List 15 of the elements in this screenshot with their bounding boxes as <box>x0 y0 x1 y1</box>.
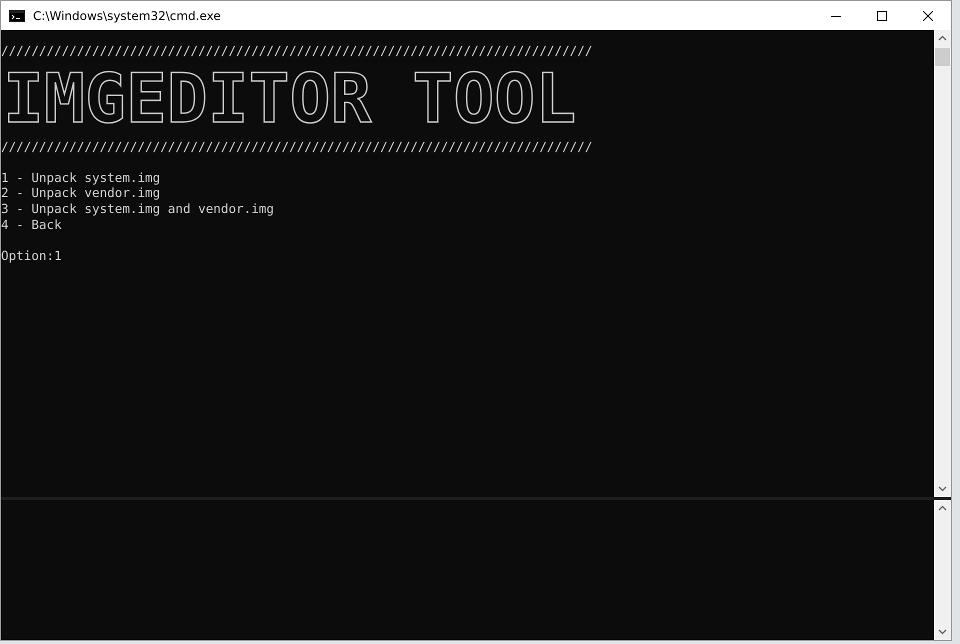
console-app-icon <box>9 10 25 22</box>
console-line: 1 - Unpack system.img <box>1 170 160 185</box>
maximize-icon <box>877 10 887 20</box>
console-line: 3 - Unpack system.img and vendor.img <box>1 200 274 216</box>
scrollbar[interactable] <box>934 30 951 497</box>
console-line: 2 - Unpack vendor.img <box>1 185 160 200</box>
close-icon <box>923 10 933 20</box>
window-title: C:\Windows\system32\cmd.exe <box>33 8 222 22</box>
scrollbar-thumb[interactable] <box>935 48 950 66</box>
scrollbar[interactable] <box>934 500 951 640</box>
console-line: 4 - Back <box>1 216 62 232</box>
banner-title: IMGEDITOR TOOL <box>2 60 578 139</box>
slash-rule: ////////////////////////////////////////////////////////////////////////////// <box>1 43 594 59</box>
console-line: Option:1 <box>1 248 62 263</box>
slash-rule: ////////////////////////////////////////////////////////////////////////////// <box>1 138 594 154</box>
